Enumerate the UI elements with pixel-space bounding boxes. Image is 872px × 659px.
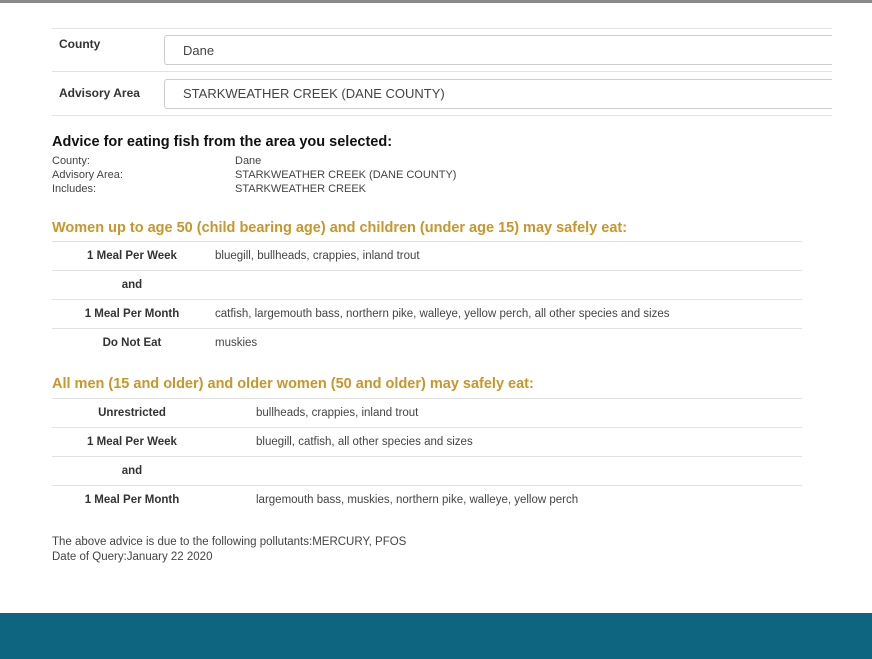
summary-value: STARKWEATHER CREEK [235, 183, 366, 195]
species-list: bluegill, bullheads, crappies, inland tr… [215, 250, 420, 262]
meal-frequency: 1 Meal Per Week [87, 436, 177, 448]
summary-key: Includes: [52, 183, 97, 195]
county-row: County Dane [52, 28, 832, 71]
table-row: and [52, 456, 802, 485]
species-list: largemouth bass, muskies, northern pike,… [256, 494, 579, 506]
table-row: 1 Meal Per Week bluegill, bullheads, cra… [52, 241, 802, 270]
summary-includes: Includes: STARKWEATHER CREEK [52, 182, 456, 196]
advisory-notes: The above advice is due to the following… [52, 535, 406, 565]
advisory-area-select[interactable]: STARKWEATHER CREEK (DANE COUNTY) [164, 78, 832, 109]
meal-frequency: Unrestricted [98, 407, 166, 419]
selection-summary: County: Dane Advisory Area: STARKWEATHER… [52, 154, 456, 196]
summary-value: STARKWEATHER CREEK (DANE COUNTY) [235, 169, 457, 181]
meal-frequency: 1 Meal Per Week [87, 250, 177, 262]
table-row: 1 Meal Per Week bluegill, catfish, all o… [52, 427, 802, 456]
meal-frequency: 1 Meal Per Month [84, 494, 180, 506]
women-children-advice-table: 1 Meal Per Week bluegill, bullheads, cra… [52, 241, 802, 357]
advisory-area-row: Advisory Area STARKWEATHER CREEK (DANE C… [52, 71, 832, 116]
top-divider [0, 0, 872, 3]
pollutants-note: The above advice is due to the following… [52, 536, 407, 548]
species-list: bullheads, crappies, inland trout [256, 407, 419, 419]
men-older-women-heading: All men (15 and older) and older women (… [52, 376, 534, 392]
meal-frequency: 1 Meal Per Month [84, 308, 180, 320]
county-label: County [59, 37, 101, 51]
selection-form: County Dane Advisory Area STARKWEATHER C… [52, 28, 832, 116]
summary-advisory-area: Advisory Area: STARKWEATHER CREEK (DANE … [52, 168, 456, 182]
advisory-area-label: Advisory Area [59, 86, 140, 100]
site-footer-bar [0, 613, 872, 659]
species-list: bluegill, catfish, all other species and… [256, 436, 473, 448]
table-row: 1 Meal Per Month largemouth bass, muskie… [52, 485, 802, 514]
county-select[interactable]: Dane [164, 35, 832, 65]
query-date: Date of Query:January 22 2020 [52, 551, 213, 563]
table-row: 1 Meal Per Month catfish, largemouth bas… [52, 299, 802, 328]
summary-value: Dane [235, 155, 262, 167]
meal-frequency: and [121, 465, 143, 477]
summary-key: County: [52, 155, 90, 167]
summary-key: Advisory Area: [52, 169, 123, 181]
men-older-women-advice-table: Unrestricted bullheads, crappies, inland… [52, 398, 802, 514]
table-row: Do Not Eat muskies [52, 328, 802, 357]
advice-title: Advice for eating fish from the area you… [52, 134, 393, 150]
table-row: Unrestricted bullheads, crappies, inland… [52, 398, 802, 427]
meal-frequency: and [121, 279, 143, 291]
women-children-heading: Women up to age 50 (child bearing age) a… [52, 220, 628, 236]
meal-frequency: Do Not Eat [102, 337, 162, 349]
species-list: muskies [215, 337, 258, 349]
summary-county: County: Dane [52, 154, 456, 168]
table-row: and [52, 270, 802, 299]
species-list: catfish, largemouth bass, northern pike,… [215, 308, 670, 320]
